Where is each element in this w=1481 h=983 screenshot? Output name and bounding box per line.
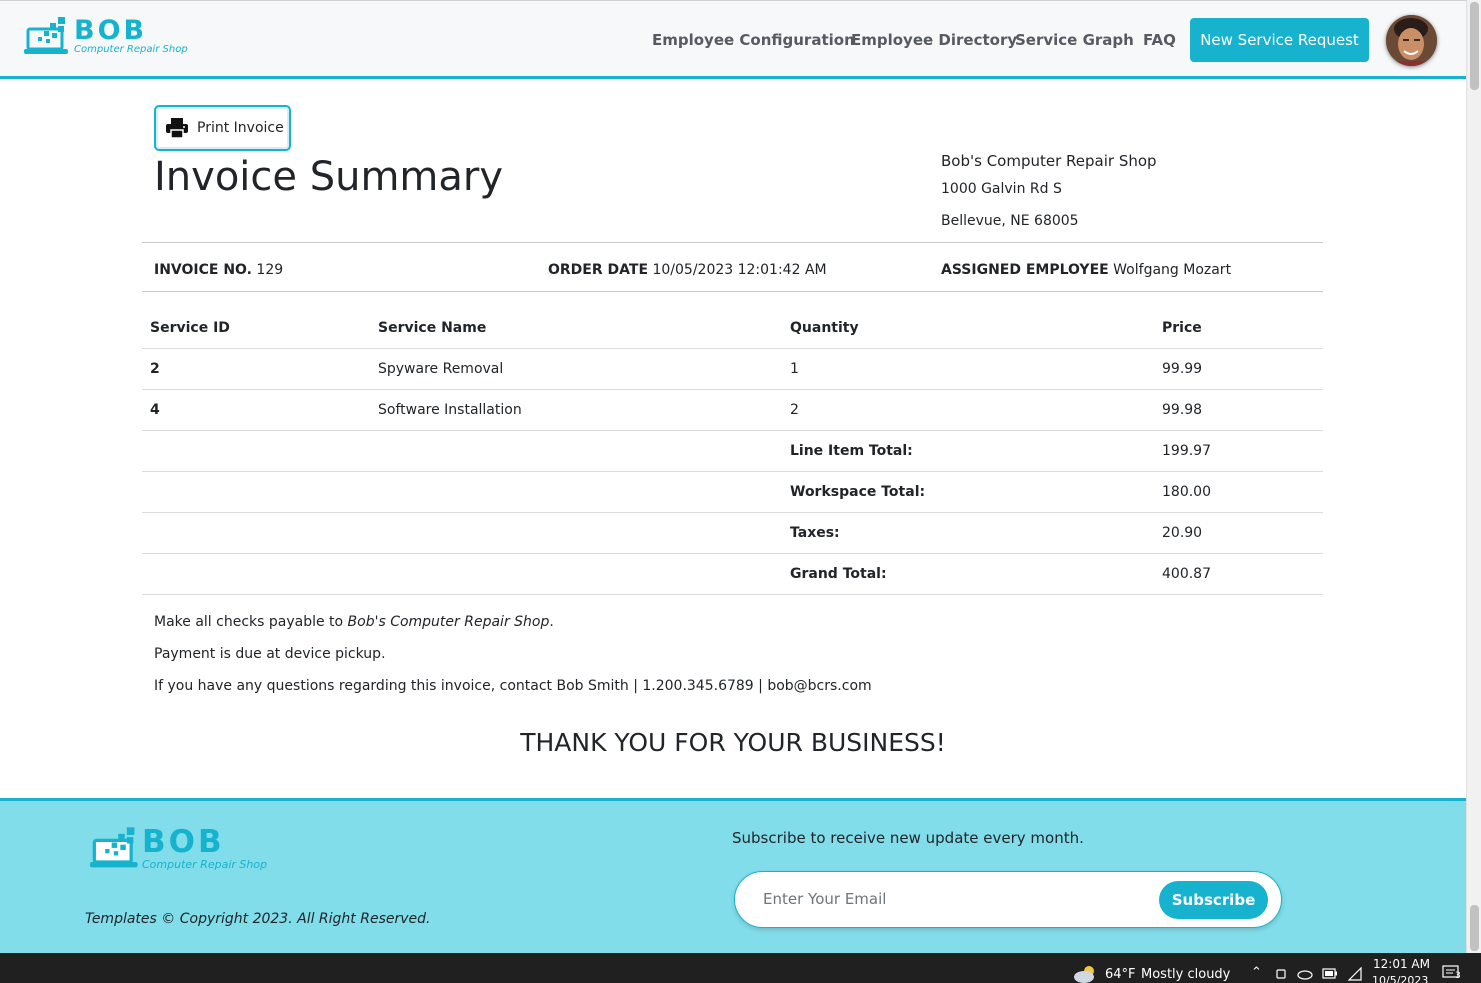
subscribe-button[interactable]: Subscribe	[1159, 881, 1268, 919]
line-item-total-value: 199.97	[1162, 430, 1323, 472]
checks-payable-note: Make all checks payable to Bob's Compute…	[154, 614, 554, 630]
copyright-text: Templates © Copyright 2023. All Right Re…	[85, 911, 431, 927]
workspace-total-label: Workspace Total:	[790, 471, 1162, 513]
checks-suffix: .	[549, 614, 554, 630]
printer-icon	[166, 118, 188, 138]
footer: BOB Computer Repair Shop Templates © Cop…	[0, 798, 1466, 953]
footer-logo[interactable]: BOB Computer Repair Shop	[90, 827, 267, 871]
cell-service-id: 4	[142, 389, 378, 431]
cell-service-name: Software Installation	[378, 389, 790, 431]
notification-count: 3	[1455, 971, 1461, 981]
payment-due-note: Payment is due at device pickup.	[154, 646, 386, 662]
grand-total-label: Grand Total:	[790, 553, 1162, 595]
weather-description[interactable]: Mostly cloudy	[1141, 967, 1230, 982]
header-logo[interactable]: BOB Computer Repair Shop	[24, 17, 188, 57]
avatar-photo	[1386, 15, 1437, 66]
meet-now-icon[interactable]	[1276, 968, 1288, 980]
weather-temperature[interactable]: 64°F	[1105, 967, 1136, 982]
footer-logo-word: BOB	[142, 824, 225, 860]
thank-you-message: THANK YOU FOR YOUR BUSINESS!	[520, 728, 946, 757]
windows-taskbar: 64°F Mostly cloudy ⌃ 12:01 AM 10/5/2023 …	[0, 953, 1481, 983]
invoice-number-label: INVOICE NO.	[154, 262, 252, 278]
scrollbar-thumb[interactable]	[1470, 2, 1479, 90]
cell-service-id: 2	[142, 348, 378, 390]
contact-note: If you have any questions regarding this…	[154, 678, 872, 694]
divider-meta	[142, 291, 1323, 292]
invoice-table: Service ID Service Name Quantity Price 2…	[142, 308, 1323, 595]
workspace-total-value: 180.00	[1162, 471, 1323, 513]
print-invoice-button[interactable]: Print Invoice	[154, 105, 291, 151]
shop-address-line2: Bellevue, NE 68005	[941, 213, 1079, 229]
col-service-id: Service ID	[142, 308, 378, 349]
col-service-name: Service Name	[378, 308, 790, 349]
print-invoice-label: Print Invoice	[197, 120, 284, 136]
invoice-number: INVOICE NO. 129	[154, 262, 283, 278]
col-quantity: Quantity	[790, 308, 1162, 349]
laptop-logo-icon	[90, 827, 138, 868]
total-row-workspace: Workspace Total: 180.00	[142, 471, 1323, 513]
subscribe-form: Subscribe	[734, 871, 1282, 928]
nav-employee-directory[interactable]: Employee Directory	[851, 31, 1017, 49]
total-row-grand: Grand Total: 400.87	[142, 553, 1323, 595]
page-title: Invoice Summary	[154, 154, 504, 200]
total-row-taxes: Taxes: 20.90	[142, 512, 1323, 554]
nav-faq[interactable]: FAQ	[1143, 31, 1176, 49]
logo-word: BOB	[74, 15, 148, 46]
cell-service-name: Spyware Removal	[378, 348, 790, 390]
cell-quantity: 2	[790, 389, 1162, 431]
divider-top	[142, 242, 1323, 243]
vertical-scrollbar[interactable]	[1466, 0, 1481, 953]
table-row: 4 Software Installation 2 99.98	[142, 389, 1323, 431]
assigned-employee-value: Wolfgang Mozart	[1113, 262, 1232, 278]
clock-date[interactable]: 10/5/2023	[1372, 974, 1428, 983]
shop-address-line1: 1000 Galvin Rd S	[941, 181, 1062, 197]
shop-name: Bob's Computer Repair Shop	[941, 152, 1157, 170]
cloud-sync-icon[interactable]	[1297, 967, 1313, 980]
order-date: ORDER DATE 10/05/2023 12:01:42 AM	[548, 262, 827, 278]
laptop-logo-icon	[24, 17, 68, 54]
network-icon[interactable]	[1347, 967, 1363, 981]
clock-time[interactable]: 12:01 AM	[1373, 957, 1430, 971]
footer-logo-subtitle: Computer Repair Shop	[142, 858, 268, 871]
cell-price: 99.98	[1162, 389, 1323, 431]
cell-price: 99.99	[1162, 348, 1323, 390]
table-row: 2 Spyware Removal 1 99.99	[142, 348, 1323, 390]
scrollbar-thumb-lower[interactable]	[1470, 905, 1479, 951]
user-avatar[interactable]	[1386, 15, 1437, 66]
col-price: Price	[1162, 308, 1323, 349]
new-service-request-button[interactable]: New Service Request	[1190, 18, 1369, 62]
cell-quantity: 1	[790, 348, 1162, 390]
chevron-up-icon[interactable]: ⌃	[1251, 965, 1262, 980]
subscribe-heading: Subscribe to receive new update every mo…	[732, 829, 1084, 847]
taxes-value: 20.90	[1162, 512, 1323, 554]
checks-payee: Bob's Computer Repair Shop	[347, 614, 550, 630]
top-navbar: BOB Computer Repair Shop Employee Config…	[0, 0, 1466, 79]
nav-employee-configuration[interactable]: Employee Configuration	[652, 31, 855, 49]
email-input[interactable]	[763, 890, 1143, 908]
grand-total-value: 400.87	[1162, 553, 1323, 595]
invoice-number-value: 129	[256, 262, 284, 278]
order-date-label: ORDER DATE	[548, 262, 649, 278]
line-item-total-label: Line Item Total:	[790, 430, 1162, 472]
taxes-label: Taxes:	[790, 512, 1162, 554]
order-date-value: 10/05/2023 12:01:42 AM	[652, 262, 827, 278]
total-row-line-item: Line Item Total: 199.97	[142, 430, 1323, 472]
weather-cloud-icon[interactable]	[1072, 963, 1098, 983]
table-header-row: Service ID Service Name Quantity Price	[142, 308, 1323, 349]
nav-service-graph[interactable]: Service Graph	[1015, 31, 1134, 49]
battery-icon[interactable]	[1322, 968, 1338, 979]
logo-subtitle: Computer Repair Shop	[74, 44, 188, 55]
checks-prefix: Make all checks payable to	[154, 614, 348, 630]
assigned-employee-label: ASSIGNED EMPLOYEE	[941, 262, 1109, 278]
assigned-employee: ASSIGNED EMPLOYEE Wolfgang Mozart	[941, 262, 1231, 278]
